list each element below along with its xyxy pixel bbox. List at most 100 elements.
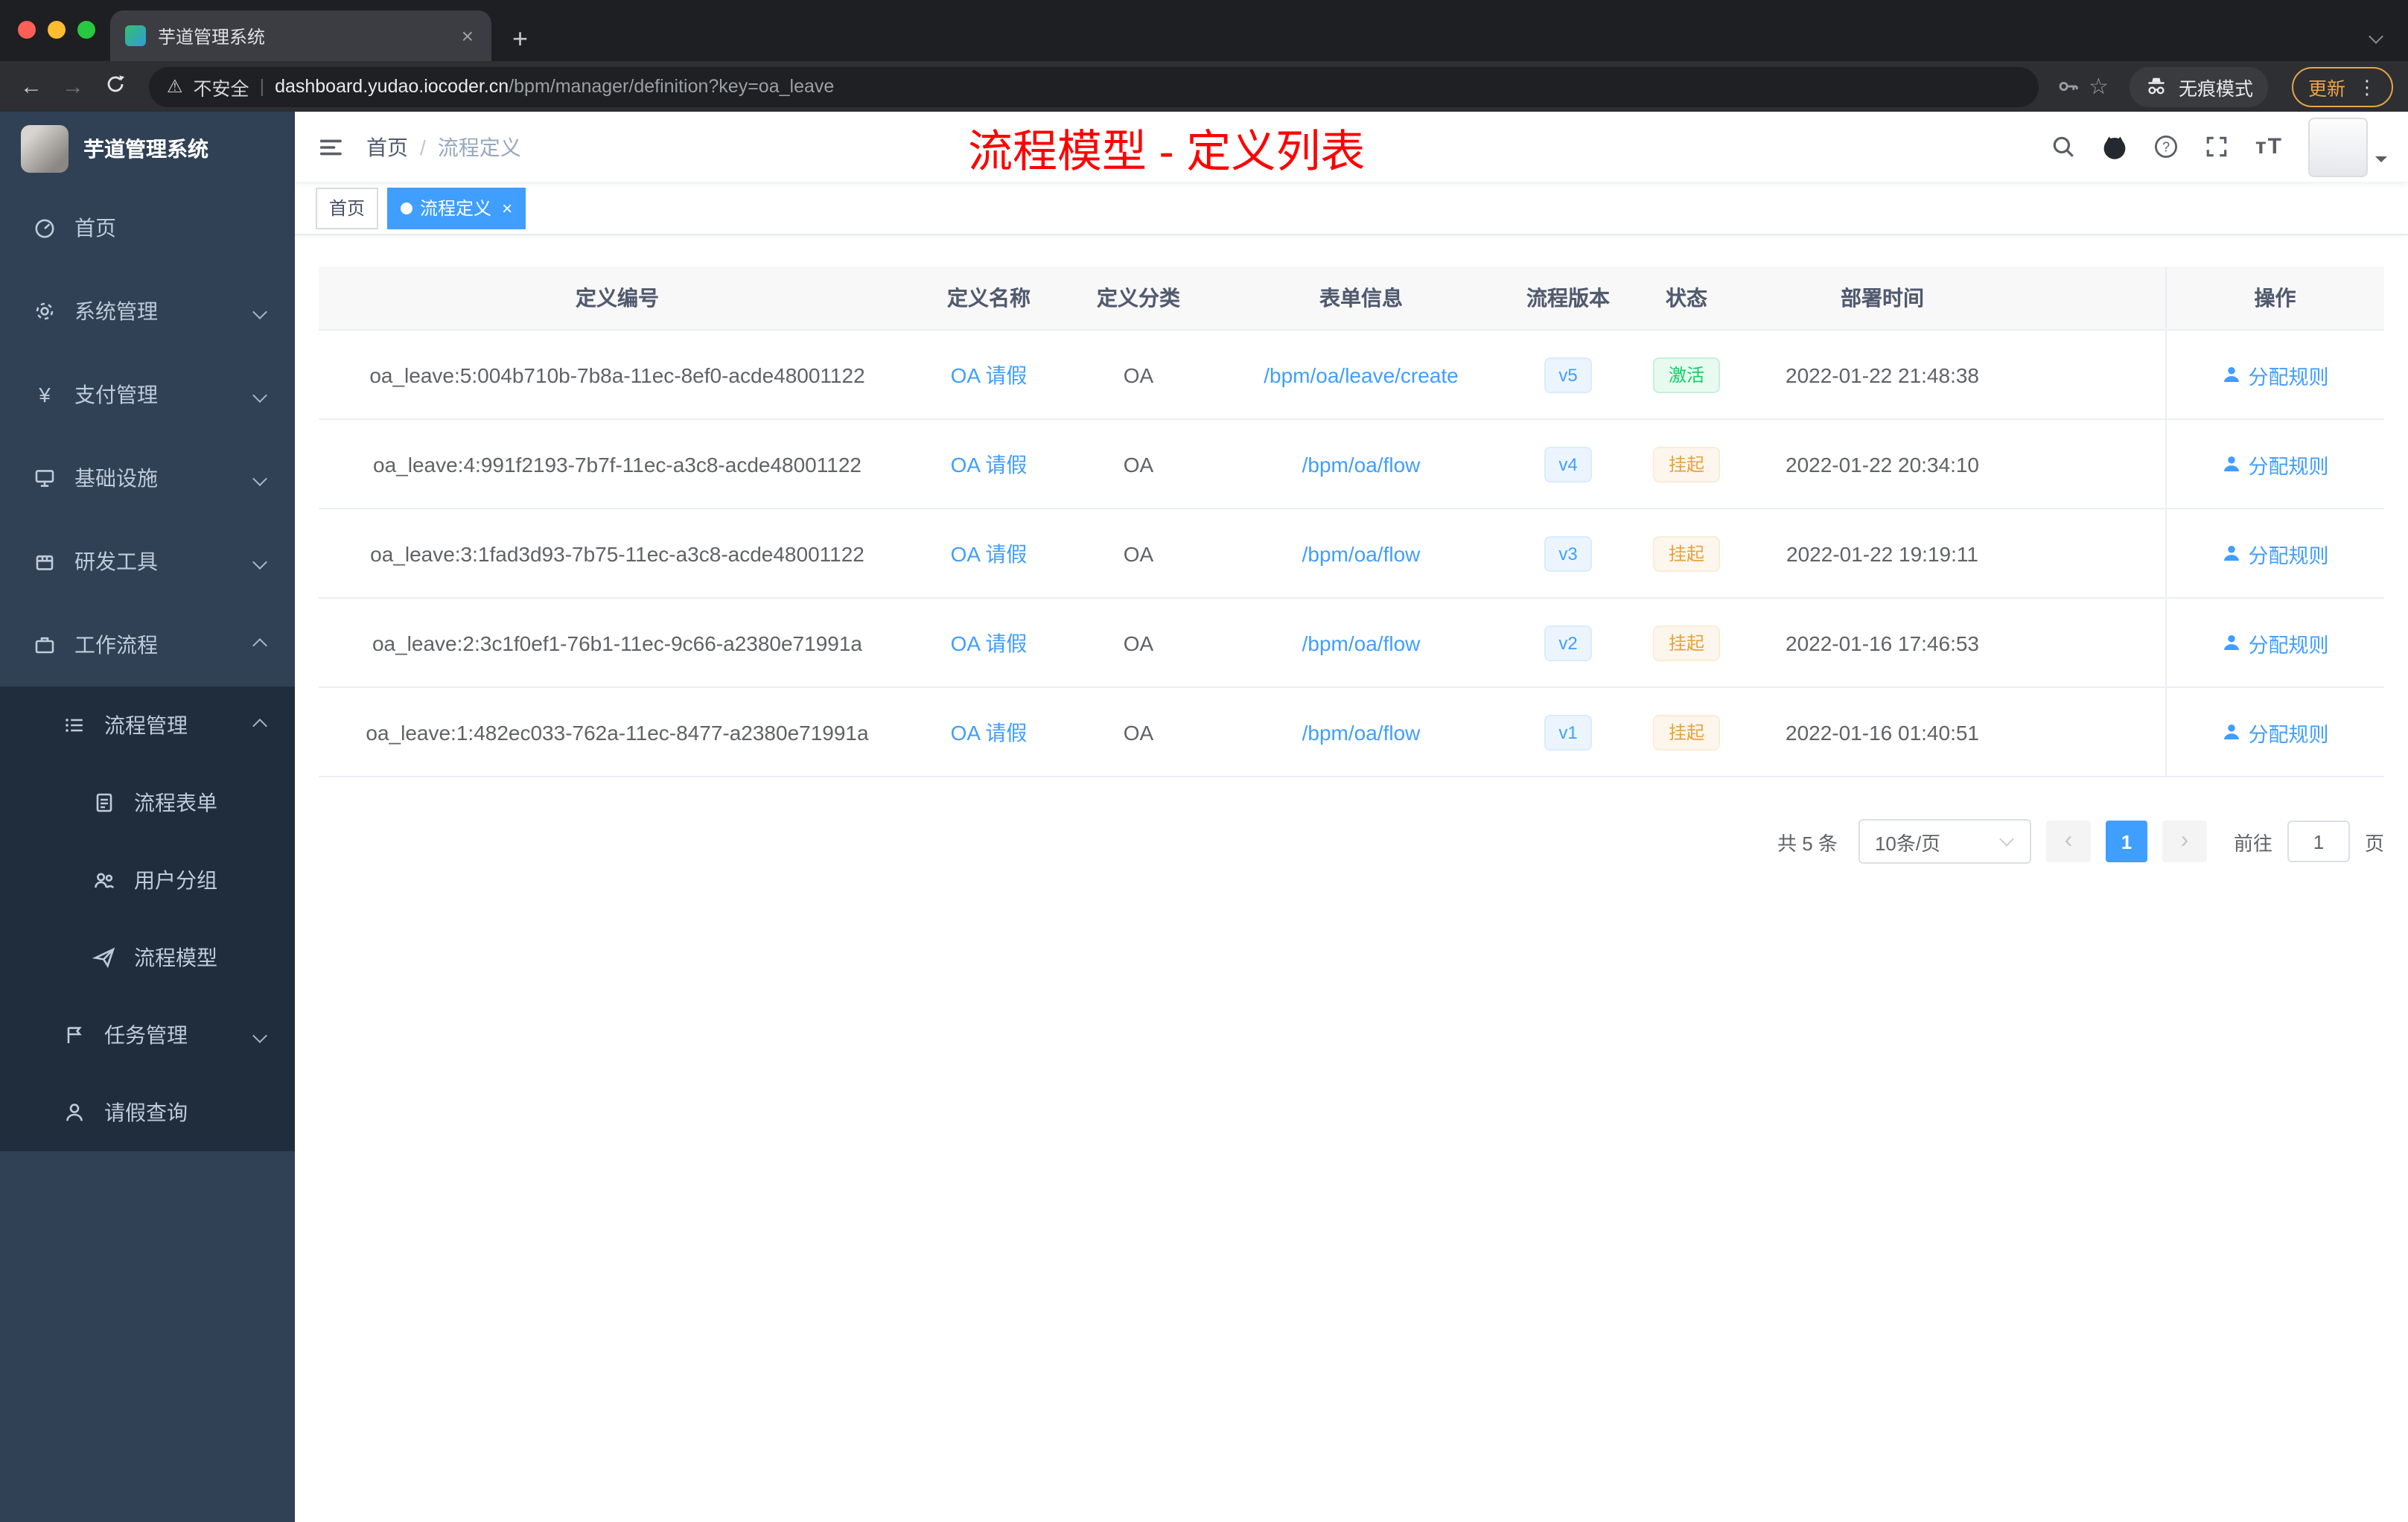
spacer-cell [2021,598,2165,688]
definition-name-link[interactable]: OA 请假 [951,452,1028,476]
category-cell: OA [1062,330,1215,420]
goto-page-input[interactable] [2287,821,2350,862]
sidebar-item-dev-tools[interactable]: 研发工具 [0,520,295,603]
chevron-down-icon [1999,832,2014,847]
version-badge: v2 [1544,625,1593,660]
yen-icon: ¥ [39,383,51,407]
assign-rule-link[interactable]: 分配规则 [2222,628,2329,657]
form-info-link[interactable]: /bpm/oa/flow [1302,631,1421,655]
col-process-version: 流程版本 [1507,267,1629,331]
definition-id-cell: oa_leave:2:3c1f0ef1-76b1-11ec-9c66-a2380… [319,598,916,688]
forward-button[interactable]: → [57,75,89,98]
browser-menu-kebab-icon[interactable]: ⋮ [2357,77,2377,96]
prev-page-button[interactable]: ‹ [2045,821,2091,862]
page-number-1[interactable]: 1 [2105,821,2147,862]
tab-search-chevron-icon[interactable] [2369,22,2387,49]
sidebar: 芋道管理系统 首页 系统管理 ¥ 支付管理 基础设施 研发工具 工作流程 流程管… [0,112,295,1522]
list-icon [63,713,86,737]
maximize-window-button[interactable] [77,21,95,39]
assign-rule-link[interactable]: 分配规则 [2222,538,2329,568]
category-cell: OA [1062,509,1215,599]
update-label: 更新 [2307,78,2345,99]
browser-tab[interactable]: 芋道管理系统 × [110,10,491,61]
sidebar-item-label: 流程模型 [134,946,217,969]
close-window-button[interactable] [18,21,36,39]
avatar[interactable] [2308,117,2368,176]
sidebar-item-process-model[interactable]: 流程模型 [0,919,295,996]
toolbox-icon [33,550,57,573]
goto-label: 前往 [2233,832,2272,854]
form-info-link[interactable]: /bpm/oa/flow [1302,720,1421,744]
chevron-up-icon [252,718,267,733]
user-icon [2223,456,2239,471]
not-secure-warning-icon: ⚠ [167,76,183,97]
github-icon[interactable] [2102,133,2129,160]
sidebar-item-label: 基础设施 [74,466,158,490]
help-icon[interactable]: ? [2154,134,2179,159]
fullscreen-icon[interactable] [2205,134,2230,159]
tag-process-definition[interactable]: 流程定义 × [387,187,526,229]
status-badge: 挂起 [1653,714,1719,750]
definition-name-link[interactable]: OA 请假 [951,631,1028,655]
definition-name-link[interactable]: OA 请假 [951,363,1028,386]
deploy-time-cell: 2022-01-16 17:46:53 [1744,598,2021,688]
definition-id-cell: oa_leave:3:1fad3d93-7b75-11ec-a3c8-acde4… [319,509,916,599]
breadcrumb-separator: / [420,135,426,159]
definition-id-cell: oa_leave:5:004b710b-7b8a-11ec-8ef0-acde4… [319,330,916,420]
hamburger-icon[interactable] [295,133,366,160]
page-size-select[interactable]: 10条/页 [1858,819,2031,864]
page-content: 定义编号 定义名称 定义分类 表单信息 流程版本 状态 部署时间 操作 oa_l… [295,235,2408,1522]
category-cell: OA [1062,419,1215,509]
assign-rule-link[interactable]: 分配规则 [2222,360,2329,389]
top-navbar: 首页 / 流程定义 流程模型 - 定义列表 ? тT [295,112,2408,182]
definition-name-link[interactable]: OA 请假 [951,541,1028,565]
form-info-link[interactable]: /bpm/oa/flow [1302,541,1421,565]
sidebar-item-home[interactable]: 首页 [0,186,295,270]
password-key-icon[interactable] [2056,74,2080,98]
version-badge: v3 [1544,535,1593,571]
font-size-icon[interactable]: тT [2255,134,2283,159]
sidebar-item-payment-management[interactable]: ¥ 支付管理 [0,353,295,436]
annotation-title: 流程模型 - 定义列表 [968,127,1366,176]
svg-text:?: ? [2163,139,2170,154]
table-row: oa_leave:5:004b710b-7b8a-11ec-8ef0-acde4… [319,330,2384,420]
sidebar-item-process-management[interactable]: 流程管理 [0,687,295,764]
address-bar[interactable]: ⚠ 不安全 | dashboard.yudao.iocoder.cn/bpm/m… [149,66,2039,106]
window-controls [18,21,95,39]
search-icon[interactable] [2051,134,2077,159]
sidebar-item-system-management[interactable]: 系统管理 [0,270,295,353]
breadcrumb-home[interactable]: 首页 [366,132,408,162]
form-info-link[interactable]: /bpm/oa/flow [1302,452,1421,476]
new-tab-button[interactable]: + [512,25,528,52]
tags-view-bar: 首页 流程定义 × [295,182,2408,235]
sidebar-item-leave-query[interactable]: 请假查询 [0,1074,295,1151]
sidebar-item-task-management[interactable]: 任务管理 [0,996,295,1074]
form-info-link[interactable]: /bpm/oa/leave/create [1264,363,1459,386]
definition-id-cell: oa_leave:4:991f2193-7b7f-11ec-a3c8-acde4… [319,419,916,509]
minimize-window-button[interactable] [48,21,66,39]
assign-rule-link[interactable]: 分配规则 [2222,449,2329,479]
monitor-icon [33,466,57,490]
tag-home[interactable]: 首页 [316,187,379,229]
not-secure-label[interactable]: 不安全 [194,72,249,101]
sidebar-item-infrastructure[interactable]: 基础设施 [0,436,295,520]
back-button[interactable]: ← [15,75,48,98]
col-definition-id: 定义编号 [319,267,916,331]
tab-close-icon[interactable]: × [459,24,477,48]
assign-rule-link[interactable]: 分配规则 [2222,717,2329,747]
bookmark-star-icon[interactable]: ☆ [2089,73,2109,100]
briefcase-icon [33,633,57,657]
next-page-button[interactable]: › [2162,821,2207,862]
reload-button[interactable] [98,73,131,100]
active-tag-dot [401,202,413,214]
user-group-icon [92,868,116,892]
sidebar-item-process-form[interactable]: 流程表单 [0,764,295,841]
url-text[interactable]: dashboard.yudao.iocoder.cn/bpm/manager/d… [275,76,834,97]
user-avatar-menu[interactable] [2308,117,2387,176]
sidebar-item-user-group[interactable]: 用户分组 [0,841,295,919]
definition-name-link[interactable]: OA 请假 [951,720,1028,744]
sidebar-item-label: 用户分组 [134,868,217,892]
chrome-update-button[interactable]: 更新 ⋮ [2291,66,2393,106]
tag-close-icon[interactable]: × [502,197,512,218]
sidebar-item-workflow[interactable]: 工作流程 [0,603,295,687]
